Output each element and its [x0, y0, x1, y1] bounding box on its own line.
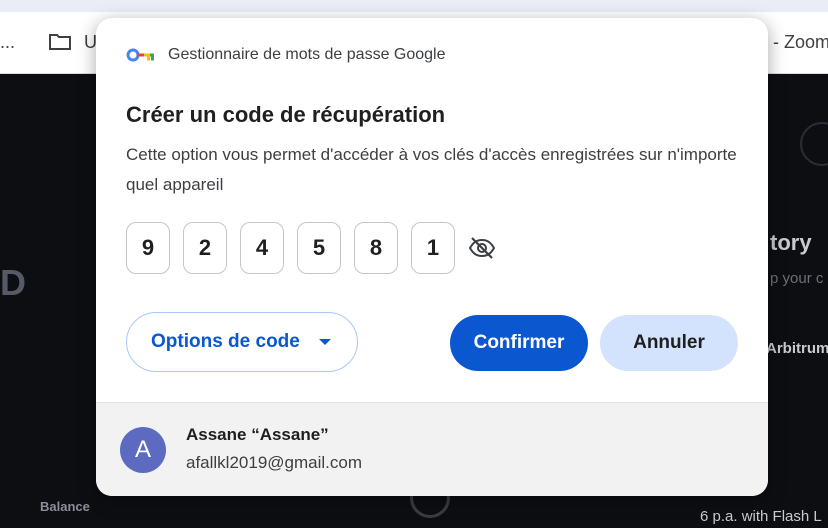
code-digit-5[interactable]: 8 — [354, 222, 398, 274]
bookmark-overflow[interactable]: ... — [0, 32, 15, 53]
code-options-dropdown[interactable]: Options de code — [126, 312, 358, 372]
caret-down-icon — [319, 339, 331, 345]
code-options-label: Options de code — [151, 331, 300, 352]
dialog-title: Créer un code de récupération — [126, 102, 446, 127]
confirm-button[interactable]: Confirmer — [450, 315, 588, 371]
account-email: afallkl2019@gmail.com — [186, 453, 363, 472]
page-arbitrum-label: Arbitrum — [766, 340, 828, 357]
page-logo-fragment: D — [0, 262, 26, 303]
page-history-subtext: p your c — [770, 270, 824, 287]
account-name: Assane “Assane” — [186, 425, 329, 444]
page-flash-label: 6 p.a. with Flash L — [700, 508, 822, 525]
code-digit-2[interactable]: 2 — [183, 222, 227, 274]
page-balance-label: Balance — [40, 499, 90, 514]
code-digit-4[interactable]: 5 — [297, 222, 341, 274]
account-footer: A Assane “Assane” afallkl2019@gmail.com — [96, 402, 768, 496]
recovery-code: 9 2 4 5 8 1 — [126, 222, 497, 274]
folder-icon[interactable] — [48, 32, 72, 52]
page-history-heading: tory — [770, 230, 812, 255]
dialog-app-name: Gestionnaire de mots de passe Google — [168, 46, 446, 63]
dialog-header: Gestionnaire de mots de passe Google — [126, 46, 446, 64]
page-search-icon — [800, 122, 828, 166]
cancel-button[interactable]: Annuler — [600, 315, 738, 371]
bookmark-zoom[interactable]: il - Zoom — [760, 32, 828, 53]
tab-strip — [0, 0, 828, 12]
code-digit-1[interactable]: 9 — [126, 222, 170, 274]
dialog-description: Cette option vous permet d'accéder à vos… — [126, 145, 737, 194]
code-digit-3[interactable]: 4 — [240, 222, 284, 274]
code-digit-6[interactable]: 1 — [411, 222, 455, 274]
google-key-icon — [126, 47, 156, 63]
eye-off-icon[interactable] — [467, 233, 497, 263]
avatar: A — [120, 427, 166, 473]
recovery-code-dialog: Gestionnaire de mots de passe Google Cré… — [96, 18, 768, 496]
